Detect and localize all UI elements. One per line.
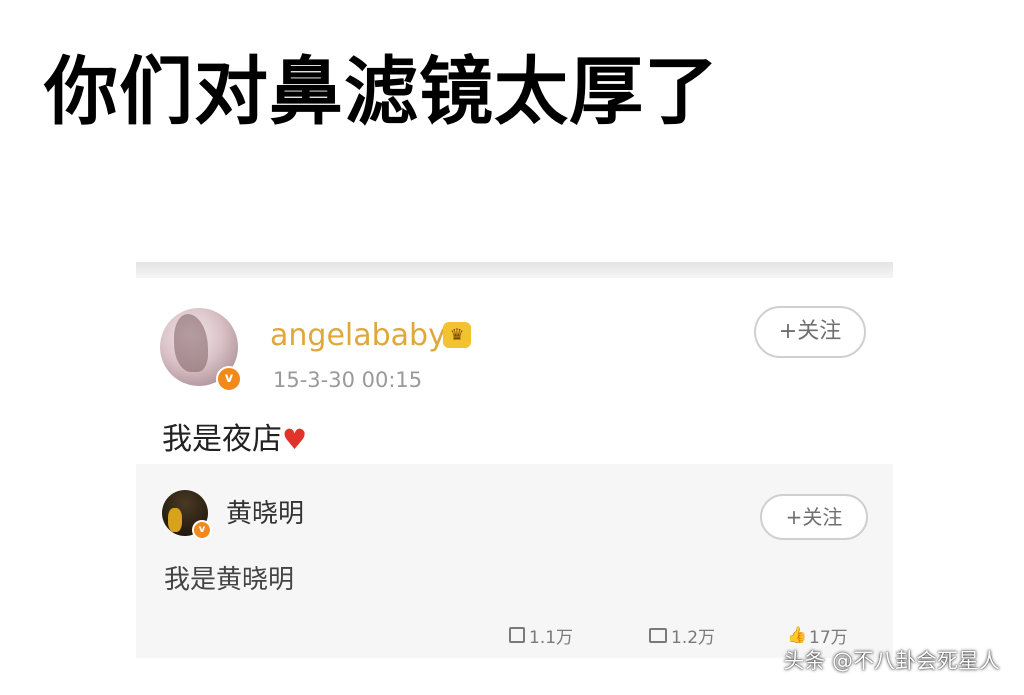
repost-icon [509, 627, 525, 643]
crown-icon: ♛ [443, 322, 471, 348]
post-content: 我是夜店♥ [162, 420, 307, 460]
repost-content: 我是黄晓明 [164, 565, 295, 595]
avatar-photo [168, 508, 182, 532]
follow-button[interactable]: +关注 [754, 306, 866, 358]
comment-count: 1.2万 [671, 627, 716, 648]
repost-follow-button[interactable]: +关注 [760, 494, 868, 540]
headline-text: 你们对鼻滤镜太厚了 [44, 49, 719, 135]
like-count: 17万 [809, 627, 848, 648]
comment-count-button[interactable]: 1.2万 [649, 622, 715, 648]
screenshot-top-bar [136, 262, 893, 278]
comment-icon [649, 627, 667, 643]
repost-count: 1.1万 [529, 627, 574, 648]
verified-badge-icon: v [192, 520, 212, 540]
post-text: 我是夜店 [162, 422, 282, 457]
verified-badge-icon: v [216, 366, 242, 392]
repost-block[interactable]: v 黄晓明 +关注 我是黄晓明 1.1万 1.2万 👍 17万 [136, 464, 893, 658]
heart-icon: ♥ [282, 423, 308, 456]
watermark: 头条 @不八卦会死星人 [783, 649, 1000, 673]
weibo-post-screenshot: v angelababy ♛ 15-3-30 00:15 +关注 我是夜店♥ v… [136, 262, 893, 658]
post-username[interactable]: angelababy [270, 316, 446, 356]
repost-username[interactable]: 黄晓明 [226, 496, 304, 532]
repost-count-button[interactable]: 1.1万 [509, 622, 573, 648]
post-timestamp: 15-3-30 00:15 [273, 368, 423, 392]
avatar-photo [174, 314, 208, 372]
thumbs-up-icon: 👍 [787, 625, 807, 644]
